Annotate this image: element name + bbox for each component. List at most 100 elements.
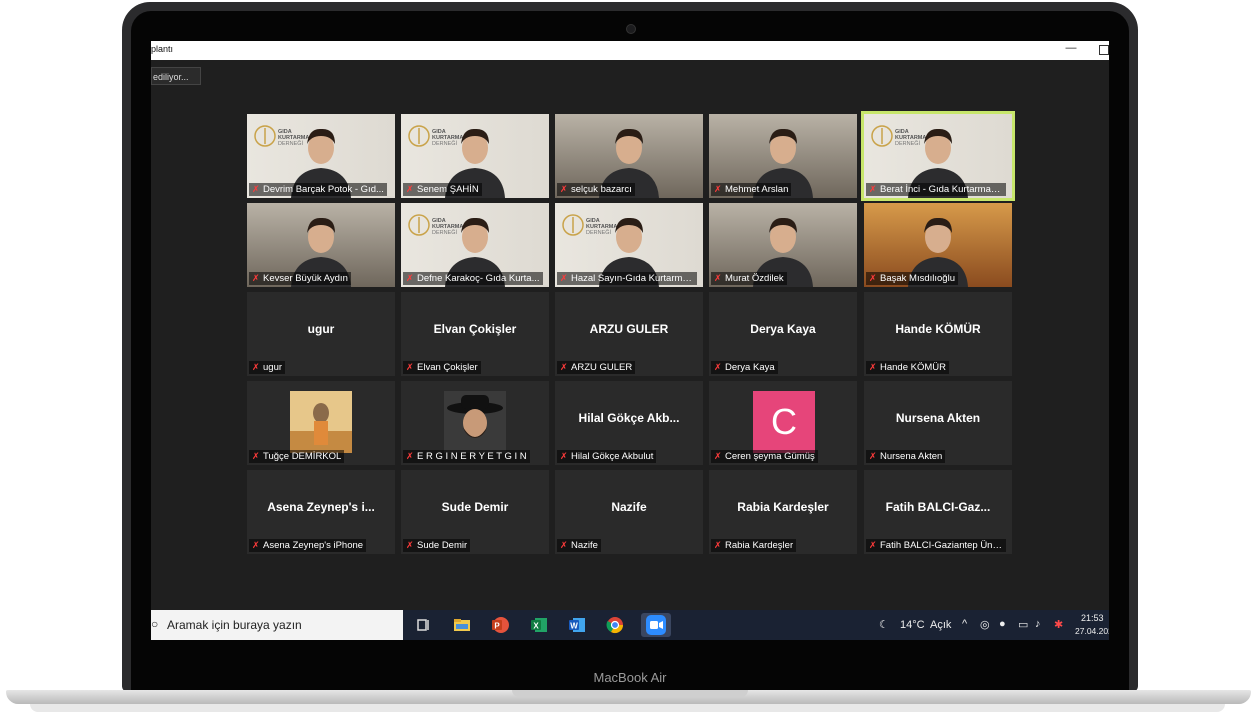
participant-tile[interactable]: ✗ Tuğçe DEMİRKOL <box>247 381 395 465</box>
muted-microphone-icon: ✗ <box>560 540 568 550</box>
participant-name-label: ✗ Asena Zeynep's iPhone <box>249 539 367 552</box>
participant-display-name: Derya Kaya <box>750 322 816 336</box>
muted-microphone-icon: ✗ <box>560 451 568 461</box>
participant-name-label: ✗ Murat Özdilek <box>711 272 787 285</box>
muted-microphone-icon: ✗ <box>406 362 414 372</box>
participant-tile[interactable]: GIDA KURTARMA DERNEĞİ ✗ Senem ŞAHİN <box>401 114 549 198</box>
participant-tile[interactable]: ✗ Mehmet Arslan <box>709 114 857 198</box>
screen: plantı — ediliyor... GIDA KURTARMA DERNEĞİ… <box>151 41 1109 640</box>
volume-icon[interactable]: ♪ <box>1035 618 1047 632</box>
camera-icon <box>626 24 636 34</box>
participant-tile[interactable]: GIDA KURTARMA DERNEĞİ ✗ Devrim Barçak Potok … <box>247 114 395 198</box>
participant-tile[interactable]: ARZU GULER ✗ ARZU GULER <box>555 292 703 376</box>
connection-status-chip: ediliyor... <box>151 67 201 85</box>
chevron-up-icon[interactable]: ^ <box>962 618 974 632</box>
participant-name-label: ✗ Berat İnci - Gıda Kurtarma Der... <box>866 183 1006 196</box>
battery-icon[interactable]: ▭ <box>1018 618 1030 632</box>
participant-name-label: ✗ Nursena Akten <box>866 450 946 463</box>
participant-tile[interactable]: Nazife ✗ Nazife <box>555 470 703 554</box>
minimize-button[interactable]: — <box>1064 42 1078 58</box>
clock-time[interactable]: 21:53 <box>1081 613 1104 623</box>
participant-display-name: Nazife <box>611 500 647 514</box>
participant-tile[interactable]: ✗ Kevser Büyük Aydın <box>247 203 395 287</box>
participant-tile[interactable]: ✗ Başak Mısdılıoğlu <box>864 203 1012 287</box>
participant-name-label: ✗ Ceren şeyma Gümüş <box>711 450 818 463</box>
avatar: C <box>753 391 815 453</box>
participant-name-label: ✗ selçuk bazarcı <box>557 183 635 196</box>
participant-tile[interactable]: Fatih BALCI-Gaz... ✗ Fatih BALCI-Gaziantep… <box>864 470 1012 554</box>
participant-tile[interactable]: ✗ E R G I N E R Y E T G I N <box>401 381 549 465</box>
participant-tile[interactable]: GIDA KURTARMA DERNEĞİ ✗ Berat İnci - Gıda Ku… <box>861 111 1015 201</box>
muted-microphone-icon: ✗ <box>869 273 877 283</box>
participant-tile[interactable]: Hilal Gökçe Akb... ✗ Hilal Gökçe Akbulut <box>555 381 703 465</box>
window-title: plantı <box>151 44 174 54</box>
participant-name-label: ✗ Elvan Çokişler <box>403 361 481 374</box>
participant-display-name: ARZU GULER <box>589 322 669 336</box>
powerpoint-icon[interactable]: P <box>490 615 510 635</box>
clock-date[interactable]: 27.04.202 <box>1075 626 1109 636</box>
muted-microphone-icon: ✗ <box>406 451 414 461</box>
participant-tile[interactable]: Elvan Çokişler ✗ Elvan Çokişler <box>401 292 549 376</box>
window-titlebar: plantı — <box>151 41 1109 60</box>
gallery-view: GIDA KURTARMA DERNEĞİ ✗ Devrim Barçak Potok … <box>247 111 1017 559</box>
participant-tile[interactable]: Hande KÖMÜR ✗ Hande KÖMÜR <box>864 292 1012 376</box>
weather-desc: Açık <box>930 619 952 631</box>
participant-name-label: ✗ Tuğçe DEMİRKOL <box>249 450 345 463</box>
participant-name-label: ✗ Nazife <box>557 539 601 552</box>
participant-name-label: ✗ Hazal Sayın-Gıda Kurtarma... <box>557 272 697 285</box>
laptop-shadow <box>30 704 1225 712</box>
participant-display-name: Asena Zeynep's i... <box>267 500 375 514</box>
muted-microphone-icon: ✗ <box>252 273 260 283</box>
participant-tile[interactable]: GIDA KURTARMA DERNEĞİ ✗ Hazal Sayın-Gıda Kur… <box>555 203 703 287</box>
participant-name-label: ✗ ugur <box>249 361 286 374</box>
participant-display-name: Rabia Kardeşler <box>737 500 829 514</box>
muted-microphone-icon: ✗ <box>714 451 722 461</box>
muted-microphone-icon: ✗ <box>252 451 260 461</box>
participant-name-label: ✗ Sude Demir <box>403 539 471 552</box>
search-placeholder: Aramak için buraya yazın <box>167 618 302 632</box>
laptop-base-notch <box>512 690 748 697</box>
task-view-icon[interactable] <box>413 615 433 635</box>
participant-tile[interactable]: GIDA KURTARMA DERNEĞİ ✗ Defne Karakoç- Gıda … <box>401 203 549 287</box>
participant-name-label: ✗ ARZU GULER <box>557 361 636 374</box>
participant-tile[interactable]: C ✗ Ceren şeyma Gümüş <box>709 381 857 465</box>
weather-temp: 14°C <box>900 619 925 631</box>
participant-name-label: ✗ Defne Karakoç- Gıda Kurta... <box>403 272 543 285</box>
muted-microphone-icon: ✗ <box>869 540 877 550</box>
avatar <box>444 391 506 453</box>
participant-name-label: ✗ Hande KÖMÜR <box>866 361 949 374</box>
muted-microphone-icon: ✗ <box>869 451 877 461</box>
meet-now-icon[interactable]: ◎ <box>980 618 992 632</box>
participant-tile[interactable]: Rabia Kardeşler ✗ Rabia Kardeşler <box>709 470 857 554</box>
participant-name-label: ✗ Senem ŞAHİN <box>403 183 482 196</box>
participant-name-label: ✗ E R G I N E R Y E T G I N <box>403 450 530 463</box>
participant-tile[interactable]: ✗ selçuk bazarcı <box>555 114 703 198</box>
microphone-icon[interactable]: ● <box>999 618 1011 632</box>
participant-name-label: ✗ Kevser Büyük Aydın <box>249 272 351 285</box>
excel-icon[interactable]: X <box>529 615 549 635</box>
taskbar-search[interactable]: ○ Aramak için buraya yazın <box>151 610 403 640</box>
participant-tile[interactable]: Asena Zeynep's i... ✗ Asena Zeynep's iPhon… <box>247 470 395 554</box>
muted-microphone-icon: ✗ <box>714 273 722 283</box>
file-explorer-icon[interactable] <box>452 615 472 635</box>
participant-tile[interactable]: ✗ Murat Özdilek <box>709 203 857 287</box>
word-icon[interactable]: W <box>567 615 587 635</box>
participant-tile[interactable]: Sude Demir ✗ Sude Demir <box>401 470 549 554</box>
moon-icon: ☾ <box>879 619 889 631</box>
maximize-button[interactable] <box>1099 45 1109 55</box>
notification-app-icon[interactable]: ✱ <box>1054 618 1066 632</box>
participant-tile[interactable]: ugur ✗ ugur <box>247 292 395 376</box>
muted-microphone-icon: ✗ <box>406 273 414 283</box>
participant-display-name: Hilal Gökçe Akb... <box>578 411 680 425</box>
chrome-icon[interactable] <box>605 615 625 635</box>
muted-microphone-icon: ✗ <box>406 184 414 194</box>
participant-name-label: ✗ Mehmet Arslan <box>711 183 792 196</box>
participant-name-label: ✗ Hilal Gökçe Akbulut <box>557 450 657 463</box>
zoom-app-icon[interactable] <box>641 613 671 637</box>
participant-tile[interactable]: Derya Kaya ✗ Derya Kaya <box>709 292 857 376</box>
model-label: MacBook Air <box>593 670 667 685</box>
muted-microphone-icon: ✗ <box>406 540 414 550</box>
muted-microphone-icon: ✗ <box>714 362 722 372</box>
muted-microphone-icon: ✗ <box>560 273 568 283</box>
participant-tile[interactable]: Nursena Akten ✗ Nursena Akten <box>864 381 1012 465</box>
